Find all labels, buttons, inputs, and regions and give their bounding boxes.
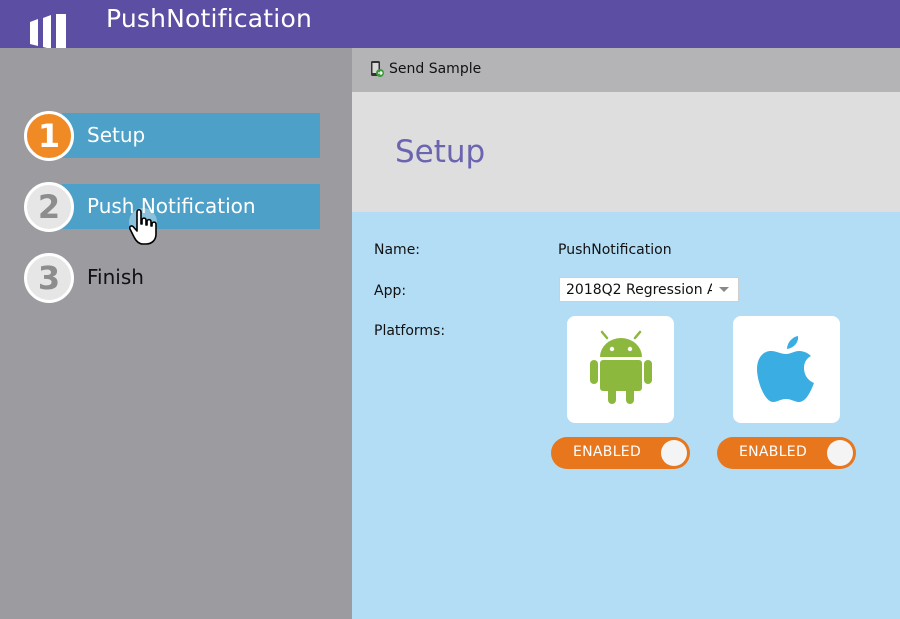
main-panel: Send Sample Setup Name: PushNotification… xyxy=(352,48,900,619)
step-label: Setup xyxy=(87,123,146,147)
page-header: Setup xyxy=(352,92,900,212)
app-select-value: 2018Q2 Regression A xyxy=(566,282,717,298)
apple-platform-card[interactable] xyxy=(733,316,840,423)
toggle-knob xyxy=(661,440,687,466)
step-number-badge: 3 xyxy=(24,253,74,303)
step-number-badge: 1 xyxy=(24,111,74,161)
page-title: Setup xyxy=(395,134,486,170)
name-label: Name: xyxy=(374,242,421,258)
hand-cursor-icon xyxy=(129,208,157,245)
step-number-badge: 2 xyxy=(24,182,74,232)
android-enabled-toggle[interactable]: ENABLED xyxy=(551,437,690,469)
app-select[interactable]: 2018Q2 Regression A xyxy=(559,277,739,302)
toggle-label: ENABLED xyxy=(739,444,808,460)
name-value: PushNotification xyxy=(558,242,672,258)
toolbar: Send Sample xyxy=(352,48,900,92)
send-sample-button[interactable]: Send Sample xyxy=(370,60,481,78)
step-label: Push Notification xyxy=(87,194,256,218)
chevron-down-icon[interactable] xyxy=(712,278,734,301)
toggle-knob xyxy=(827,440,853,466)
toggle-label: ENABLED xyxy=(573,444,642,460)
wizard-sidebar: 1 Setup 2 Push Notification 3 Finish xyxy=(0,48,352,619)
apple-enabled-toggle[interactable]: ENABLED xyxy=(717,437,856,469)
app-label: App: xyxy=(374,283,407,299)
send-sample-label: Send Sample xyxy=(389,61,482,77)
apple-icon xyxy=(757,336,814,402)
step-label: Finish xyxy=(87,265,144,289)
app-header: PushNotification xyxy=(0,0,900,48)
send-sample-icon xyxy=(371,61,384,77)
android-platform-card[interactable] xyxy=(567,316,674,423)
platforms-label: Platforms: xyxy=(374,323,446,339)
android-icon xyxy=(590,330,652,404)
app-title: PushNotification xyxy=(106,4,312,33)
